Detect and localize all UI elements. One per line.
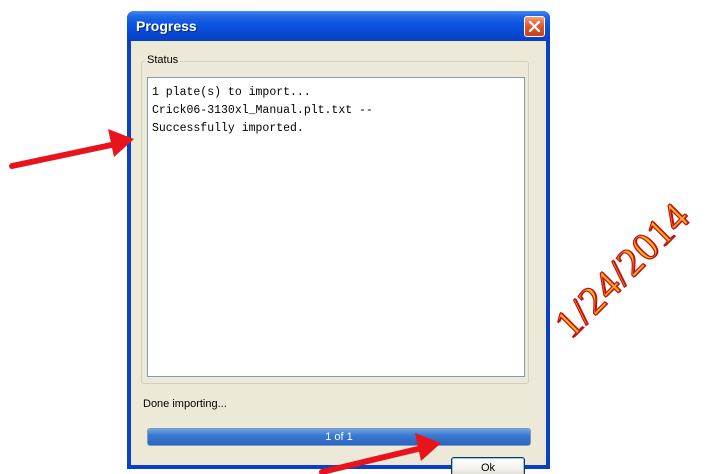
annotation-overlay (9, 129, 441, 474)
screenshot-stage: Progress Status 1 plate(s) to import... … (0, 0, 719, 474)
arrow-bottom-icon (319, 433, 441, 474)
arrow-left-icon (9, 129, 134, 169)
